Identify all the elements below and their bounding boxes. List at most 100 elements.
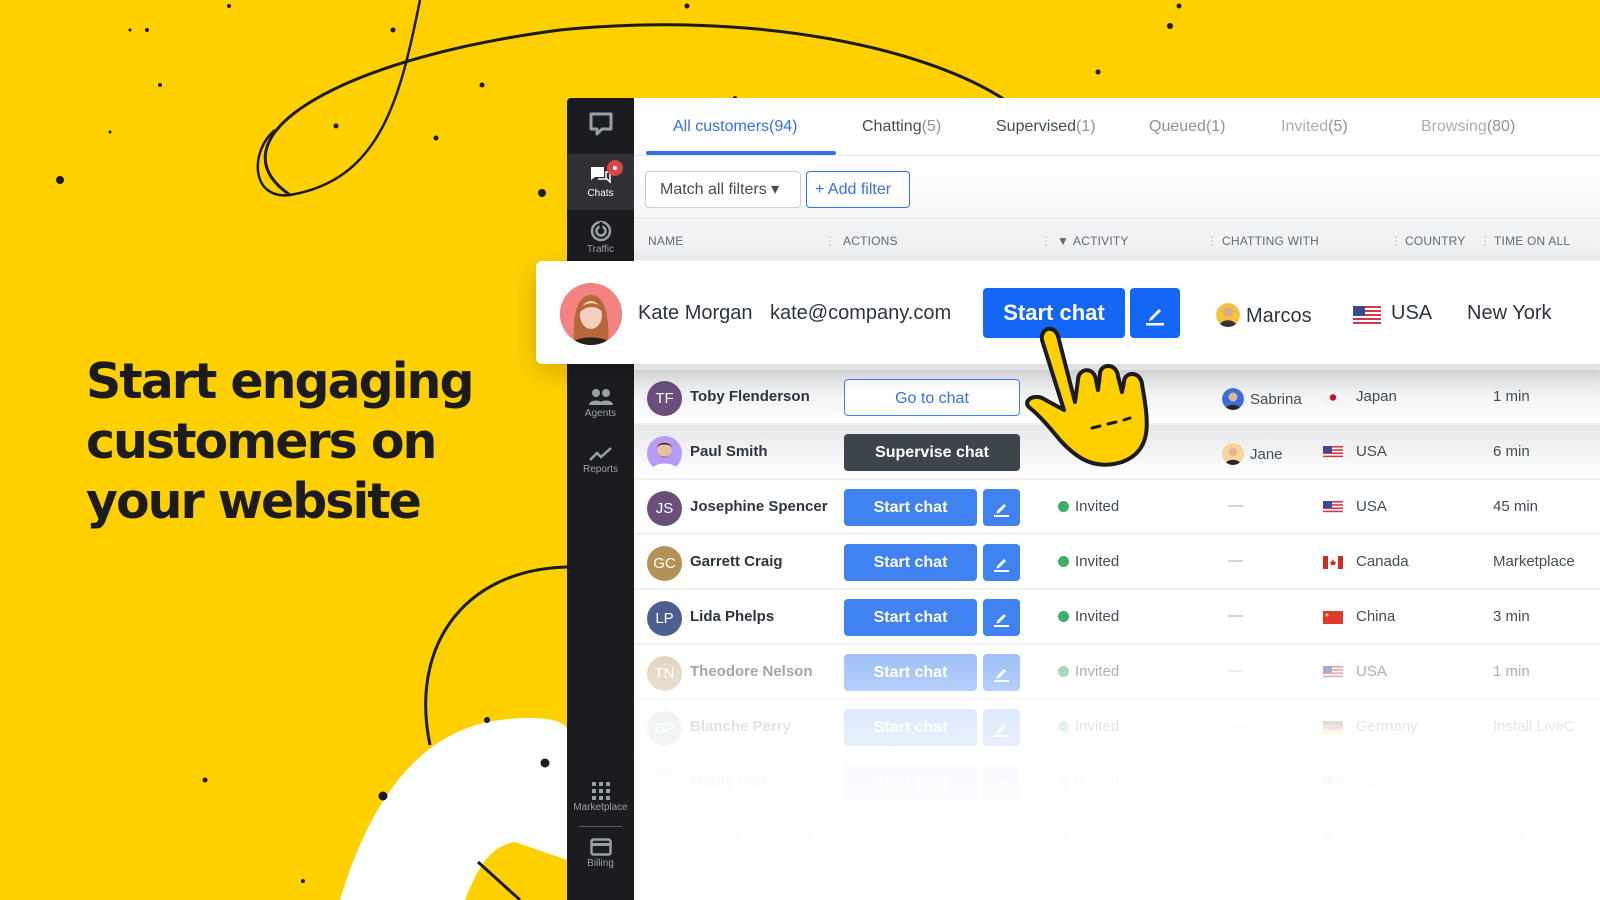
customer-name[interactable]: Blanche Perry [690,718,791,735]
customer-name[interactable]: Garrett Craig [690,553,783,570]
grid-icon [591,782,610,800]
customer-country: USA [1356,663,1387,680]
start-chat-button[interactable]: Start chat [844,544,977,581]
sort-desc-icon[interactable]: ▼ [1057,234,1069,248]
column-header-chatting-with[interactable]: CHATTING WITH [1222,234,1319,248]
table-row[interactable]: TF Toby Flenderson Go to chat Sabrina Japan 1… [634,370,1600,425]
edit-button[interactable] [983,544,1020,581]
sidebar-item-reports[interactable]: Reports [567,446,634,486]
activity-status: Invited [1058,498,1119,515]
chatting-with-empty: — [1228,552,1243,569]
flag-ca-icon [1323,556,1343,569]
edit-button[interactable] [983,709,1020,746]
column-resize-handle[interactable]: ⋮ [1040,234,1052,248]
tab-queued[interactable]: Queued(1) [1149,118,1226,136]
status-label: Invited [1075,553,1120,570]
activity-status: Invited [1058,663,1119,680]
customer-name[interactable]: Toby Flenderson [690,388,810,405]
start-chat-button[interactable]: Start chat [983,288,1125,338]
start-chat-button[interactable]: Start chat [844,709,977,746]
go-to-chat-button[interactable]: Go to chat [844,379,1020,416]
tab-count: (1) [1205,118,1226,135]
start-chat-button[interactable]: Start chat [844,599,977,636]
tab-count: (1) [1076,118,1096,135]
tab-label: Browsing [1421,118,1487,135]
column-header-actions[interactable]: ACTIONS [843,234,898,248]
table-row[interactable]: VC Vernon McKenzie Start chat Invited — Unit… [634,810,1600,865]
tab-browsing[interactable]: Browsing(80) [1421,118,1515,136]
supervise-chat-button[interactable]: Supervise chat [844,434,1020,471]
notification-badge [607,160,623,176]
start-chat-button[interactable]: Start chat [844,654,977,691]
start-chat-button[interactable]: Start chat [844,489,977,526]
sidebar-item-chats[interactable]: Chats [567,154,634,210]
add-filter-button[interactable]: + Add filter [806,171,910,208]
edit-button[interactable] [1130,288,1180,338]
avatar: TN [647,656,682,691]
customer-country: Canada [1356,553,1409,570]
chatting-with-agent: Jane [1222,443,1283,465]
column-header-name[interactable]: NAME [648,234,683,248]
column-header-time[interactable]: TIME ON ALL [1494,234,1570,248]
customer-country: USA [1356,443,1387,460]
tab-invited[interactable]: Invited(5) [1281,118,1348,136]
status-dot-icon [1058,556,1069,567]
flag-us-icon [1323,831,1343,844]
time-on-site: Install LiveC [1493,718,1575,735]
flag-jp-icon [1323,391,1343,404]
avatar: TF [647,381,682,416]
flag-de-icon [1323,721,1343,734]
table-row[interactable]: Paul Smith Supervise chat Jane USA 6 min [634,425,1600,480]
customer-name[interactable]: Paul Smith [690,443,768,460]
start-chat-button[interactable]: Start chat [844,764,977,801]
status-label: Invited [1075,498,1120,515]
activity-status: Invited [1058,773,1119,790]
agent-name: Sabrina [1250,391,1302,408]
chatting-with-empty: — [1228,772,1243,789]
column-resize-handle[interactable]: ⋮ [1390,234,1402,248]
customer-name[interactable]: Vernon McKenzie [690,828,814,845]
edit-button[interactable] [983,819,1020,856]
match-filters-dropdown[interactable]: Match all filters ▾ [645,171,801,208]
avatar: VC [647,821,682,856]
sidebar-item-agents[interactable]: Agents [567,388,634,428]
sidebar-item-traffic[interactable]: Traffic [567,220,634,260]
sidebar-item-billing[interactable]: Billing [567,838,634,878]
pencil-icon [994,834,1009,847]
tab-label: Supervised [996,118,1077,135]
customer-country: Japan [1356,388,1397,405]
chatting-with-agent: Sabrina [1222,388,1302,410]
app-window: Chats Traffic Agents Reports Marketplace… [567,98,1600,900]
sidebar-item-label: Reports [582,464,618,475]
column-resize-handle[interactable]: ⋮ [1479,234,1491,248]
customer-name[interactable]: Lida Phelps [690,608,774,625]
edit-button[interactable] [983,599,1020,636]
table-row[interactable]: LP Lida Phelps Start chat Invited — China 3 m… [634,590,1600,645]
table-row[interactable]: JS Josephine Spencer Start chat Invited — US… [634,480,1600,535]
customer-name[interactable]: Mattie Holt [690,773,767,790]
tab-chatting[interactable]: Chatting(5) [862,118,941,136]
table-row[interactable]: GC Garrett Craig Start chat Invited — Canada… [634,535,1600,590]
sidebar-item-marketplace[interactable]: Marketplace [567,782,634,822]
customer-tabs: All customers(94) Chatting(5) Supervised… [634,98,1600,156]
avatar [647,436,682,471]
table-row[interactable]: BP Blanche Perry Start chat Invited — German… [634,700,1600,755]
table-row[interactable]: TN Theodore Nelson Start chat Invited — USA 1… [634,645,1600,700]
column-resize-handle[interactable]: ⋮ [1206,234,1218,248]
table-row[interactable]: MH Mattie Holt Start chat Invited — Japan 3 m… [634,755,1600,810]
customers-panel: All customers(94) Chatting(5) Supervised… [634,98,1600,900]
tab-count: (94) [769,118,798,135]
column-header-country[interactable]: COUNTRY [1405,234,1466,248]
column-header-activity[interactable]: ACTIVITY [1073,234,1129,248]
start-chat-button[interactable]: Start chat [844,819,977,856]
edit-button[interactable] [983,489,1020,526]
customer-name[interactable]: Theodore Nelson [690,663,813,680]
tab-supervised[interactable]: Supervised(1) [996,118,1096,136]
edit-button[interactable] [983,764,1020,801]
edit-button[interactable] [983,654,1020,691]
customer-name[interactable]: Josephine Spencer [690,498,828,515]
highlighted-customer-row[interactable]: Kate Morgan kate@company.com Start chat … [536,261,1600,364]
tab-all-customers[interactable]: All customers(94) [673,118,797,136]
column-resize-handle[interactable]: ⋮ [824,234,836,248]
sidebar-logo[interactable] [567,110,634,150]
